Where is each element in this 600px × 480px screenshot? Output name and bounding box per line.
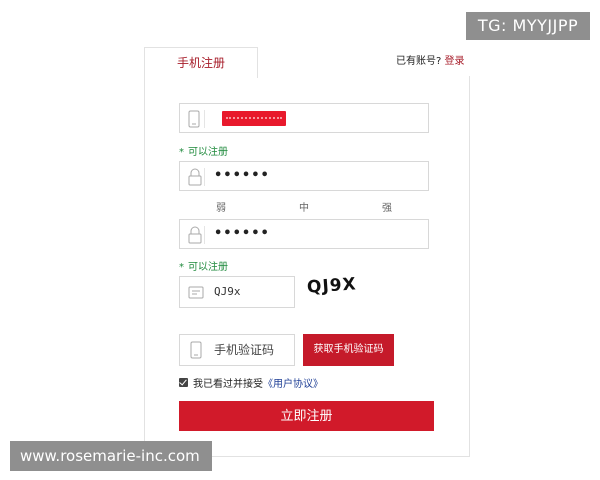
lock-icon	[188, 226, 205, 244]
phone-number-redacted	[222, 111, 286, 126]
agreement-checkbox[interactable]	[179, 378, 188, 387]
tab-phone-register[interactable]: 手机注册	[144, 47, 258, 78]
phone-icon	[188, 110, 205, 128]
site-watermark: www.rosemarie-inc.com	[10, 441, 212, 471]
login-link[interactable]: 登录	[445, 56, 465, 67]
confirm-password-value: ••••••	[214, 226, 270, 241]
phone-field[interactable]	[179, 103, 429, 133]
confirm-password-field[interactable]: ••••••	[179, 219, 429, 249]
password-value: ••••••	[214, 168, 270, 183]
register-submit-button[interactable]: 立即注册	[179, 401, 434, 431]
phone-icon	[190, 341, 202, 363]
get-sms-code-button[interactable]: 获取手机验证码	[303, 334, 394, 366]
tg-watermark-badge: TG: MYYJJPP	[466, 12, 590, 40]
confirm-valid-hint: * 可以注册	[179, 262, 228, 273]
user-agreement-link[interactable]: 《用户协议》	[263, 375, 323, 390]
password-field[interactable]: ••••••	[179, 161, 429, 191]
agreement-text: 我已看过并接受	[193, 379, 263, 390]
captcha-image[interactable]: QJ9X	[306, 274, 357, 297]
lock-icon	[188, 168, 205, 186]
captcha-field[interactable]: QJ9x	[179, 276, 295, 308]
login-hint-text: 已有账号?	[396, 56, 442, 67]
strength-medium: 中	[299, 203, 309, 214]
strength-strong: 强	[382, 203, 392, 214]
strength-weak: 弱	[216, 203, 226, 214]
message-icon	[188, 285, 204, 304]
agreement-row: 我已看过并接受 《用户协议》	[179, 375, 323, 390]
phone-valid-hint: * 可以注册	[179, 147, 228, 158]
captcha-value: QJ9x	[214, 285, 241, 298]
sms-code-placeholder: 手机验证码	[214, 343, 275, 357]
login-hint: 已有账号? 登录	[396, 52, 465, 67]
sms-code-field[interactable]: 手机验证码	[179, 334, 295, 366]
